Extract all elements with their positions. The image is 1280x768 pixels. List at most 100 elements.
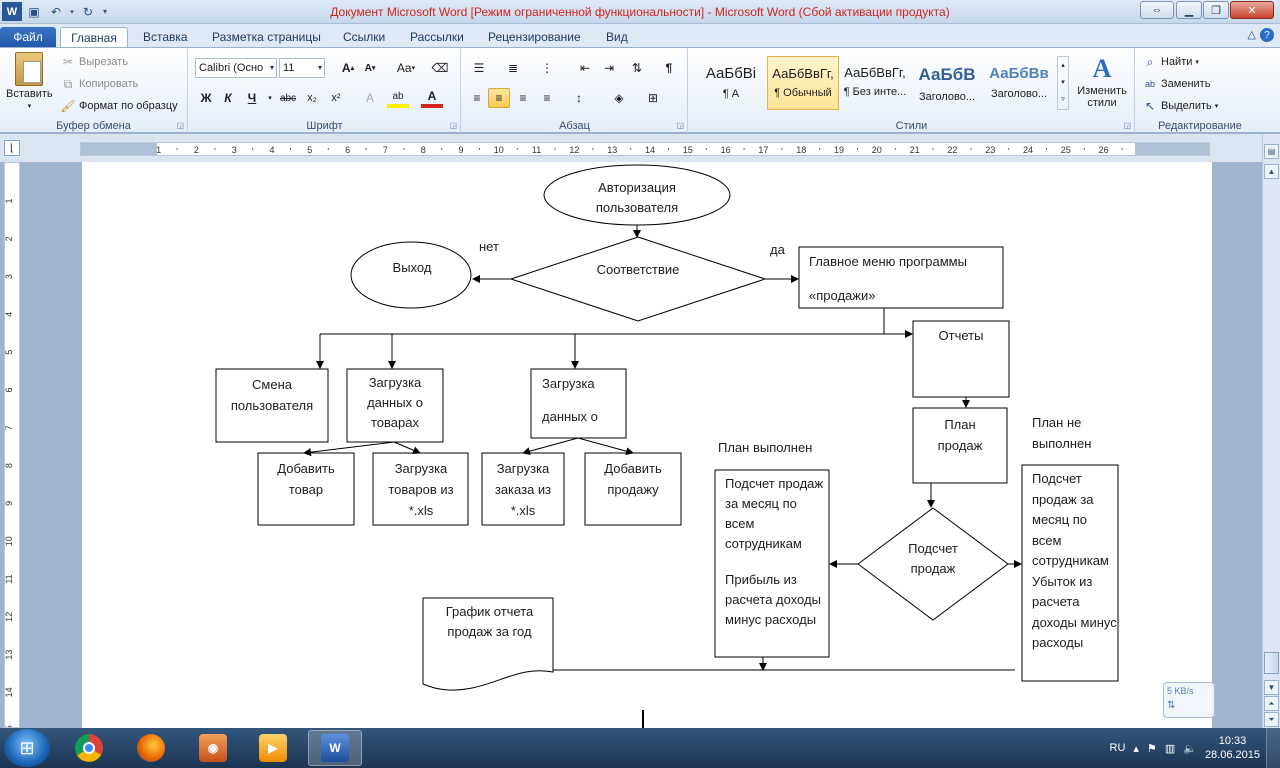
reports-label: Отчеты: [938, 328, 984, 343]
style-item-heading2[interactable]: АаБбВв Заголово...: [983, 56, 1055, 110]
multilevel-list-icon[interactable]: ⋮: [536, 58, 558, 78]
next-page-icon[interactable]: ⏷: [1264, 712, 1279, 727]
taskbar-chrome[interactable]: [62, 730, 116, 766]
align-right-icon[interactable]: ≡: [512, 88, 534, 108]
borders-icon[interactable]: ⊞: [642, 88, 664, 108]
align-center-icon[interactable]: ≡: [488, 88, 510, 108]
grow-font-button[interactable]: A ▴: [337, 58, 359, 78]
minimize-button[interactable]: ▁: [1176, 1, 1202, 19]
style-item-a[interactable]: АаБбВі ¶ А: [695, 56, 767, 110]
shrink-font-button[interactable]: A ▾: [359, 58, 381, 78]
decrease-indent-icon[interactable]: ⇤: [574, 58, 596, 78]
bullets-icon[interactable]: ☰: [468, 58, 490, 78]
italic-button[interactable]: К: [217, 88, 239, 108]
paste-button[interactable]: Вставить ▾: [6, 52, 53, 110]
scroll-up-icon[interactable]: ▲: [1264, 164, 1279, 179]
text-cursor: [642, 710, 644, 728]
document-page[interactable]: Авторизация пользователя Соответствие не…: [82, 162, 1212, 728]
scroll-thumb[interactable]: [1264, 652, 1279, 674]
tab-view[interactable]: Вид: [596, 27, 638, 48]
strikethrough-button[interactable]: abc: [277, 88, 299, 108]
show-desktop-button[interactable]: [1266, 728, 1280, 768]
ruler-number: 26: [1099, 145, 1109, 155]
line-spacing-icon[interactable]: ↕: [568, 88, 590, 108]
tab-selector-icon[interactable]: ⌊: [4, 140, 20, 156]
change-styles-button[interactable]: A Изменить стили: [1073, 54, 1131, 109]
action-center-icon[interactable]: ⚑: [1147, 742, 1157, 755]
ribbon-home: Вставить ▾ ✂ Вырезать ⧉ Копировать 🖌 Формат…: [0, 47, 1280, 133]
ruler-tick: [554, 148, 556, 150]
clock[interactable]: 10:33 28.06.2015: [1205, 734, 1260, 762]
vruler-number: 9: [5, 501, 14, 506]
close-button[interactable]: ✕: [1230, 1, 1274, 19]
maximize-button[interactable]: ❐: [1203, 1, 1229, 19]
media-player-icon: ▶: [259, 734, 287, 762]
style-item-heading1[interactable]: АаБбВ Заголово...: [911, 56, 983, 110]
scroll-down-icon[interactable]: ▼: [1264, 680, 1279, 695]
text-effects-icon[interactable]: A: [359, 88, 381, 108]
change-case-button[interactable]: Aa ▾: [391, 58, 421, 78]
align-left-icon[interactable]: ≡: [466, 88, 488, 108]
find-button[interactable]: ⌕ Найти ▾: [1142, 54, 1199, 70]
replace-button[interactable]: ab Заменить: [1142, 76, 1210, 92]
cut-button[interactable]: ✂ Вырезать: [60, 54, 128, 70]
ruler-number: 15: [683, 145, 693, 155]
font-size-combo[interactable]: 11 ▾: [279, 58, 325, 78]
select-button[interactable]: ↖ Выделить ▾: [1142, 98, 1218, 114]
style-item-normal[interactable]: АаБбВвГг, ¶ Обычный: [767, 56, 839, 110]
clipboard-dialog-launcher-icon[interactable]: ◲: [176, 121, 184, 130]
copy-button[interactable]: ⧉ Копировать: [60, 76, 139, 92]
tab-page-layout[interactable]: Разметка страницы: [202, 27, 331, 48]
taskbar-word[interactable]: W: [308, 730, 362, 766]
ruler-tick: [1008, 148, 1010, 150]
paragraph-dialog-launcher-icon[interactable]: ◲: [676, 121, 684, 130]
language-indicator[interactable]: RU: [1110, 742, 1126, 754]
style-item-no-spacing[interactable]: АаБбВвГг, ¶ Без инте...: [839, 56, 911, 110]
vertical-scrollbar[interactable]: ▤ ▲ ▼ ⏶ ⏷: [1262, 134, 1280, 728]
tab-mailings[interactable]: Рассылки: [400, 27, 474, 48]
network-speed-widget[interactable]: 5 KB/s ⇅: [1163, 682, 1215, 718]
format-painter-button[interactable]: 🖌 Формат по образцу: [60, 98, 177, 114]
minimize-ribbon-icon[interactable]: △: [1248, 28, 1256, 42]
ruler-number: 22: [947, 145, 957, 155]
vertical-ruler[interactable]: 123456789101112131415: [4, 162, 20, 735]
start-button[interactable]: ⊞: [4, 729, 50, 767]
volume-icon[interactable]: 🔈: [1183, 742, 1197, 755]
tab-file[interactable]: Файл: [0, 27, 56, 48]
superscript-button[interactable]: x²: [325, 88, 347, 108]
bold-button[interactable]: Ж: [195, 88, 217, 108]
ruler-toggle-icon[interactable]: ▤: [1264, 144, 1279, 159]
match-diamond[interactable]: [509, 236, 767, 322]
highlight-button[interactable]: ab: [387, 88, 409, 108]
prev-page-icon[interactable]: ⏶: [1264, 696, 1279, 711]
increase-indent-icon[interactable]: ⇥: [598, 58, 620, 78]
font-dialog-launcher-icon[interactable]: ◲: [449, 121, 457, 130]
styles-dialog-launcher-icon[interactable]: ◲: [1123, 121, 1131, 130]
styles-scroll[interactable]: ▴ ▾ ▿: [1057, 56, 1069, 110]
load-data-label-2: данных о: [542, 409, 598, 424]
tab-home[interactable]: Главная: [60, 27, 128, 48]
shading-icon[interactable]: ◈: [608, 88, 630, 108]
sort-icon[interactable]: ⇅: [626, 58, 648, 78]
tab-references[interactable]: Ссылки: [333, 27, 395, 48]
restore-resize-icon[interactable]: ⇔: [1140, 1, 1174, 19]
exit-oval[interactable]: [350, 241, 472, 309]
taskbar-eye-app[interactable]: ◉: [186, 730, 240, 766]
sales-plan-label: План продаж: [937, 417, 983, 453]
tab-review[interactable]: Рецензирование: [478, 27, 591, 48]
tab-insert[interactable]: Вставка: [133, 27, 198, 48]
clear-format-icon[interactable]: ⌫: [429, 58, 451, 78]
show-marks-button[interactable]: ¶: [658, 58, 680, 78]
taskbar-firefox[interactable]: [124, 730, 178, 766]
font-name-combo[interactable]: Calibri (Осно ▾: [195, 58, 277, 78]
subscript-button[interactable]: x₂: [301, 88, 323, 108]
clipboard-group-label: Буфер обмена: [56, 120, 131, 132]
taskbar-media-player[interactable]: ▶: [246, 730, 300, 766]
help-icon[interactable]: ?: [1260, 28, 1274, 42]
horizontal-ruler[interactable]: 2112345678910111213141516171819202122232…: [80, 142, 1210, 156]
numbering-icon[interactable]: ≣: [502, 58, 524, 78]
network-icon[interactable]: ▥: [1165, 742, 1175, 755]
tray-expand-icon[interactable]: ▴: [1133, 742, 1139, 755]
justify-icon[interactable]: ≡: [536, 88, 558, 108]
font-color-button[interactable]: A: [421, 88, 443, 108]
